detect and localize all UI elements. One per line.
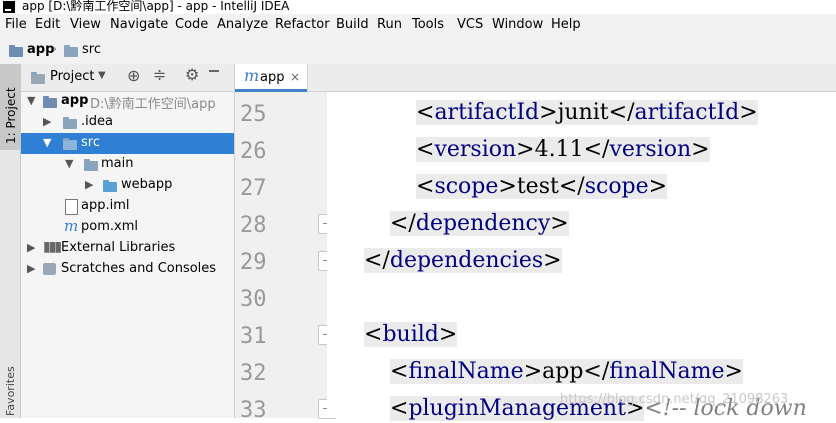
tree-item-app[interactable]: ▼ app D:\黔南工作空间\app bbox=[21, 91, 234, 112]
module-folder-icon bbox=[9, 45, 23, 57]
tree-item-label: app.iml bbox=[81, 198, 130, 213]
tree-item-external-libraries[interactable]: ▶ ▮▮▮ External Libraries bbox=[21, 238, 234, 259]
tree-item-path: D:\黔南工作空间\app bbox=[90, 97, 216, 112]
code-line-31[interactable]: <build> bbox=[364, 322, 458, 347]
tree-item-app-iml[interactable]: app.iml bbox=[21, 196, 234, 217]
favorites-tool-button[interactable]: Favorites bbox=[4, 366, 17, 416]
menu-help[interactable]: Help bbox=[551, 17, 581, 32]
title-bar: app [D:\黔南工作空间\app] - app - IntelliJ IDE… bbox=[0, 0, 836, 14]
hide-panel-icon[interactable] bbox=[209, 70, 219, 72]
tree-item-label: Scratches and Consoles bbox=[61, 261, 217, 276]
tree-item-label: main bbox=[101, 156, 134, 171]
locate-crosshair-icon[interactable]: ⊕ bbox=[127, 66, 140, 85]
line-number: 30 bbox=[240, 287, 267, 312]
tree-item-pom-xml[interactable]: m pom.xml bbox=[21, 217, 234, 238]
tree-item-src[interactable]: ▼ src bbox=[21, 133, 234, 154]
line-number: 29 bbox=[240, 250, 267, 275]
tab-pom-xml[interactable]: m app × bbox=[235, 64, 308, 92]
project-panel: Project ▼ ⊕ ≑ ⚙ ▼ app D:\黔南工作空间\app ▶ .i… bbox=[21, 64, 235, 418]
tool-window-stripe: 1: Project Favorites bbox=[0, 64, 21, 418]
folder-icon bbox=[63, 138, 77, 150]
menu-bar: File Edit View Navigate Code Analyze Ref… bbox=[0, 14, 836, 37]
maven-file-icon: m bbox=[64, 217, 79, 235]
menu-run[interactable]: Run bbox=[377, 17, 402, 32]
line-number: 31 bbox=[240, 324, 267, 349]
chevron-down-icon[interactable]: ▼ bbox=[65, 157, 73, 170]
menu-code[interactable]: Code bbox=[175, 17, 208, 32]
breadcrumb-app[interactable]: app bbox=[27, 42, 54, 57]
tree-item-label: pom.xml bbox=[81, 219, 138, 234]
chevron-down-icon[interactable]: ▼ bbox=[43, 136, 51, 149]
folder-icon bbox=[63, 117, 77, 129]
menu-file[interactable]: File bbox=[5, 17, 27, 32]
tree-item-webapp[interactable]: ▶ webapp bbox=[21, 175, 234, 196]
project-tool-label: 1: Project bbox=[4, 87, 18, 144]
line-number: 27 bbox=[240, 176, 267, 201]
tree-item-main[interactable]: ▼ main bbox=[21, 154, 234, 175]
code-line-27[interactable]: <scope>test</scope> bbox=[416, 174, 668, 199]
menu-refactor[interactable]: Refactor bbox=[275, 17, 330, 32]
breadcrumb: app › src bbox=[0, 37, 836, 65]
menu-view[interactable]: View bbox=[70, 17, 101, 32]
web-folder-icon bbox=[103, 180, 117, 192]
tree-item-label: webapp bbox=[121, 177, 173, 192]
code-line-26[interactable]: <version>4.11</version> bbox=[416, 137, 710, 162]
tree-item-label: app bbox=[61, 93, 89, 108]
chevron-down-icon[interactable]: ▼ bbox=[98, 70, 106, 81]
line-number: 26 bbox=[240, 139, 267, 164]
chevron-right-icon[interactable]: ▶ bbox=[43, 115, 51, 128]
window-title: app [D:\黔南工作空间\app] - app - IntelliJ IDE… bbox=[22, 0, 290, 13]
menu-tools[interactable]: Tools bbox=[412, 17, 444, 32]
folder-icon bbox=[84, 159, 98, 171]
folder-icon bbox=[64, 45, 78, 57]
close-icon[interactable]: × bbox=[290, 70, 300, 84]
chevron-right-icon[interactable]: ▶ bbox=[27, 262, 35, 275]
menu-build[interactable]: Build bbox=[336, 17, 369, 32]
project-view-icon bbox=[31, 72, 45, 84]
tree-item-scratches[interactable]: ▶ Scratches and Consoles bbox=[21, 259, 234, 280]
project-tool-button[interactable]: 1: Project bbox=[0, 64, 20, 150]
line-number: 33 bbox=[240, 398, 267, 423]
chevron-right-icon[interactable]: ▶ bbox=[27, 241, 35, 254]
collapse-all-icon[interactable]: ≑ bbox=[153, 65, 166, 84]
code-line-29[interactable]: </dependencies> bbox=[364, 248, 562, 273]
intellij-logo-icon bbox=[3, 1, 15, 13]
maven-file-icon: m bbox=[244, 66, 260, 85]
line-number: 32 bbox=[240, 361, 267, 386]
code-line-32[interactable]: <finalName>app</finalName> bbox=[390, 359, 743, 384]
tab-label: app bbox=[260, 70, 285, 85]
code-line-28[interactable]: </dependency> bbox=[390, 211, 569, 236]
tree-item-label: src bbox=[81, 135, 100, 150]
project-panel-header: Project ▼ ⊕ ≑ ⚙ bbox=[21, 64, 234, 92]
watermark: https://blog.csdn.net/qq_21098263 bbox=[560, 392, 789, 407]
line-number: 28 bbox=[240, 213, 267, 238]
menu-window[interactable]: Window bbox=[492, 17, 543, 32]
libraries-icon: ▮▮▮ bbox=[43, 239, 62, 255]
code-line-25[interactable]: <artifactId>junit</artifactId> bbox=[416, 100, 758, 125]
breadcrumb-src[interactable]: src bbox=[82, 42, 101, 57]
scratches-icon bbox=[43, 263, 56, 275]
chevron-right-icon[interactable]: ▶ bbox=[85, 178, 93, 191]
iml-file-icon bbox=[65, 199, 78, 215]
menu-analyze[interactable]: Analyze bbox=[217, 17, 268, 32]
menu-vcs[interactable]: VCS bbox=[457, 17, 483, 32]
tree-item-label: .idea bbox=[81, 114, 113, 129]
gear-icon[interactable]: ⚙ bbox=[185, 65, 199, 84]
module-folder-icon bbox=[43, 96, 57, 108]
project-view-selector[interactable]: Project bbox=[50, 69, 94, 84]
menu-navigate[interactable]: Navigate bbox=[110, 17, 168, 32]
tree-item-idea[interactable]: ▶ .idea bbox=[21, 112, 234, 133]
menu-edit[interactable]: Edit bbox=[35, 17, 60, 32]
chevron-down-icon[interactable]: ▼ bbox=[27, 94, 35, 107]
chevron-right-icon: › bbox=[52, 42, 58, 57]
editor-tab-bar: m app × bbox=[235, 64, 836, 92]
line-number: 25 bbox=[240, 102, 267, 127]
tree-item-label: External Libraries bbox=[61, 240, 176, 255]
